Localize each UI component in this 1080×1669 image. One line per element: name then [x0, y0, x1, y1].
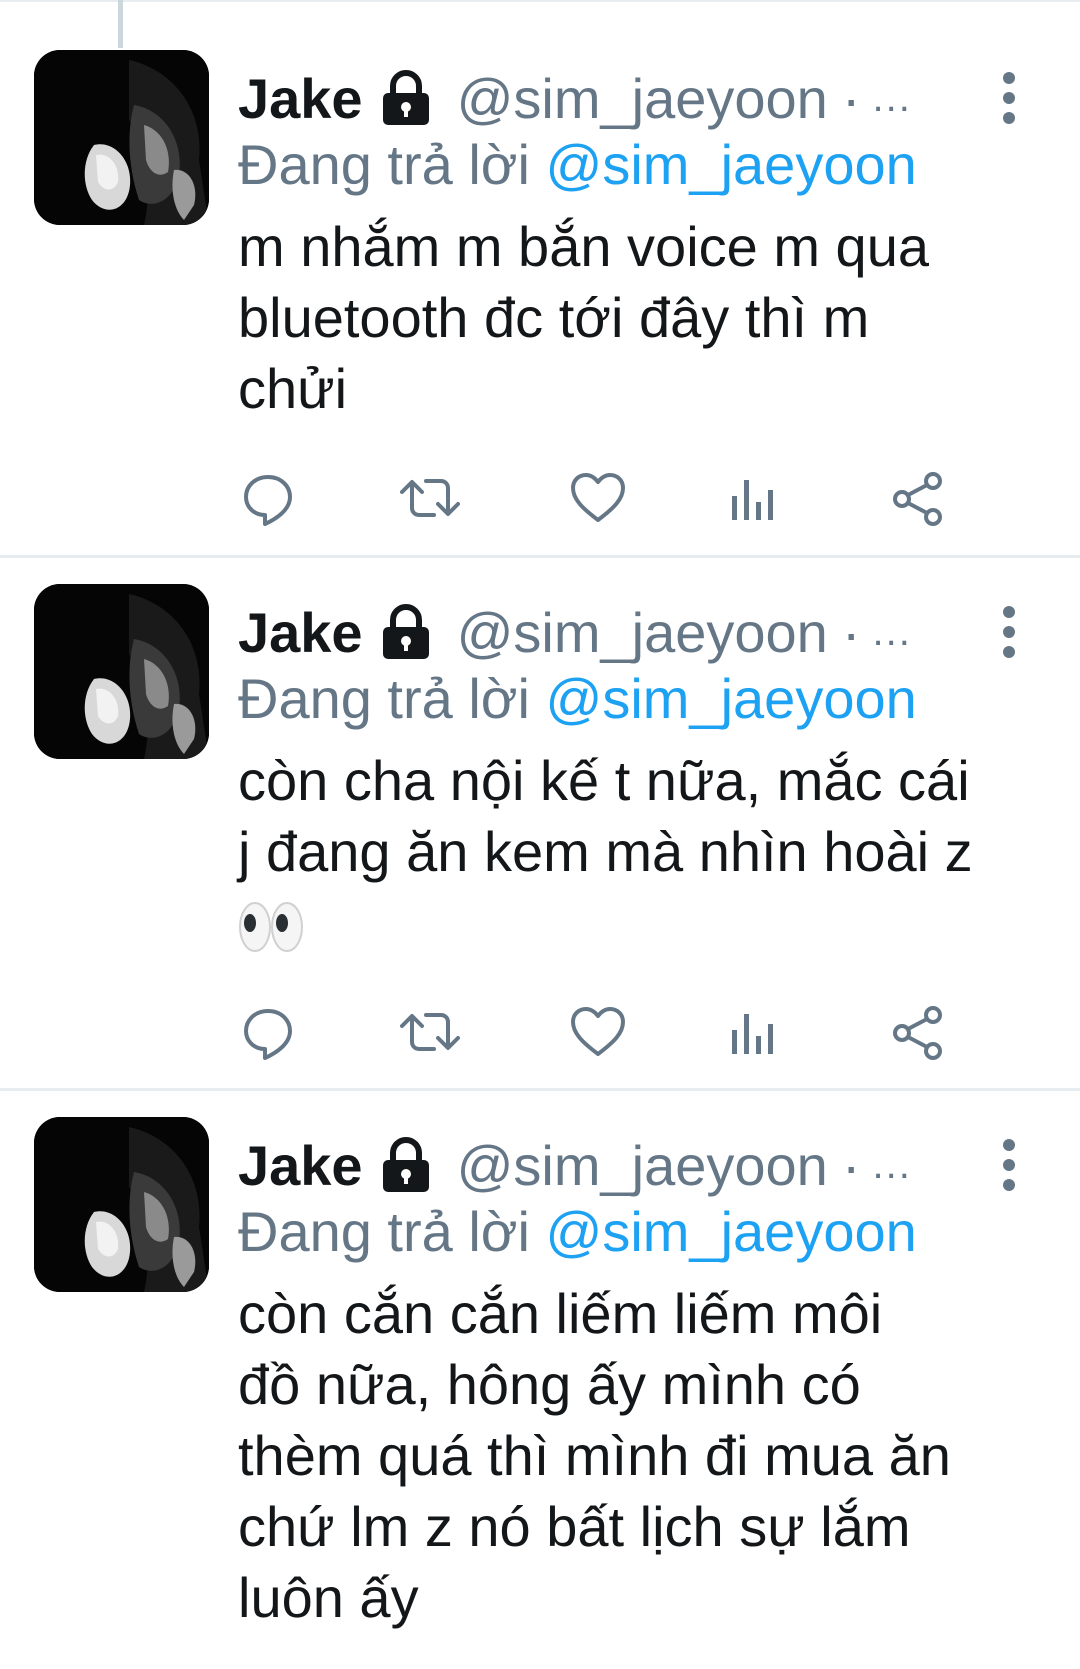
avatar[interactable]	[34, 584, 209, 759]
tweet-text: còn cắn cắn liếm liếm môi đồ nữa, hông ấ…	[238, 1278, 1058, 1633]
tweet-actions	[238, 468, 1038, 528]
replying-to-label: Đang trả lời	[238, 667, 530, 730]
more-vertical-icon[interactable]	[998, 604, 1020, 660]
tweet-text-line: chứ lm z nó bất lịch sự lắm	[238, 1495, 911, 1558]
tweet-header: Jake @sim_jaeyoon · ...	[238, 596, 912, 668]
timestamp-ellipsis: ...	[872, 75, 912, 120]
replying-to-line: Đang trả lời @sim_jaeyoon	[238, 666, 917, 731]
replying-to-line: Đang trả lời @sim_jaeyoon	[238, 132, 917, 197]
retweet-icon[interactable]	[400, 1002, 460, 1062]
tweet-text-line: chửi	[238, 357, 348, 420]
lock-icon	[382, 1137, 429, 1192]
tweet-divider	[0, 555, 1080, 558]
analytics-icon[interactable]	[724, 468, 784, 528]
avatar-photo	[34, 1117, 209, 1292]
share-icon[interactable]	[888, 1002, 948, 1062]
separator-dot: ·	[841, 1133, 861, 1197]
tweet-text-line: m nhắm m bắn voice m qua	[238, 215, 929, 278]
tweet-text-line: còn cha nội kế t nữa, mắc cái	[238, 749, 970, 812]
replying-to-handle[interactable]: @sim_jaeyoon	[546, 667, 917, 730]
heart-icon[interactable]	[568, 1002, 628, 1062]
top-border	[0, 0, 1080, 2]
avatar[interactable]	[34, 1117, 209, 1292]
tweet-divider	[0, 1088, 1080, 1091]
more-vertical-icon[interactable]	[998, 1137, 1020, 1193]
display-name[interactable]: Jake	[238, 600, 363, 665]
tweet-text-line: luôn ấy	[238, 1566, 419, 1629]
tweet-text-line: j đang ăn kem mà nhìn hoài z	[238, 820, 973, 883]
separator-dot: ·	[841, 66, 861, 130]
replying-to-handle[interactable]: @sim_jaeyoon	[546, 133, 917, 196]
avatar[interactable]	[34, 50, 209, 225]
share-icon[interactable]	[888, 468, 948, 528]
analytics-icon[interactable]	[724, 1002, 784, 1062]
user-handle[interactable]: @sim_jaeyoon	[457, 1133, 828, 1198]
heart-icon[interactable]	[568, 468, 628, 528]
reply-icon[interactable]	[238, 468, 298, 528]
display-name[interactable]: Jake	[238, 1133, 363, 1198]
replying-to-line: Đang trả lời @sim_jaeyoon	[238, 1199, 917, 1264]
user-handle[interactable]: @sim_jaeyoon	[457, 66, 828, 131]
tweet-text: m nhắm m bắn voice m qua bluetooth đc tớ…	[238, 211, 1058, 424]
timestamp-ellipsis: ...	[872, 609, 912, 654]
separator-dot: ·	[841, 600, 861, 664]
tweet-header: Jake @sim_jaeyoon · ...	[238, 62, 912, 134]
more-vertical-icon[interactable]	[998, 70, 1020, 126]
lock-icon	[382, 70, 429, 125]
replying-to-label: Đang trả lời	[238, 133, 530, 196]
lock-icon	[382, 604, 429, 659]
avatar-photo	[34, 584, 209, 759]
thread-connector-line	[118, 0, 123, 48]
tweet-text-line: thèm quá thì mình đi mua ăn	[238, 1424, 951, 1487]
timestamp-ellipsis: ...	[872, 1142, 912, 1187]
eyes-emoji-icon	[239, 902, 303, 953]
tweet-text-line	[238, 887, 1058, 958]
avatar-photo	[34, 50, 209, 225]
tweet-text-line: bluetooth đc tới đây thì m	[238, 286, 870, 349]
tweet-text-line: đồ nữa, hông ấy mình có	[238, 1353, 861, 1416]
user-handle[interactable]: @sim_jaeyoon	[457, 600, 828, 665]
tweet-actions	[238, 1002, 1038, 1062]
replying-to-label: Đang trả lời	[238, 1200, 530, 1263]
reply-icon[interactable]	[238, 1002, 298, 1062]
replying-to-handle[interactable]: @sim_jaeyoon	[546, 1200, 917, 1263]
tweet-header: Jake @sim_jaeyoon · ...	[238, 1129, 912, 1201]
retweet-icon[interactable]	[400, 468, 460, 528]
tweet-text: còn cha nội kế t nữa, mắc cái j đang ăn …	[238, 745, 1058, 958]
display-name[interactable]: Jake	[238, 66, 363, 131]
tweet-text-line: còn cắn cắn liếm liếm môi	[238, 1282, 883, 1345]
